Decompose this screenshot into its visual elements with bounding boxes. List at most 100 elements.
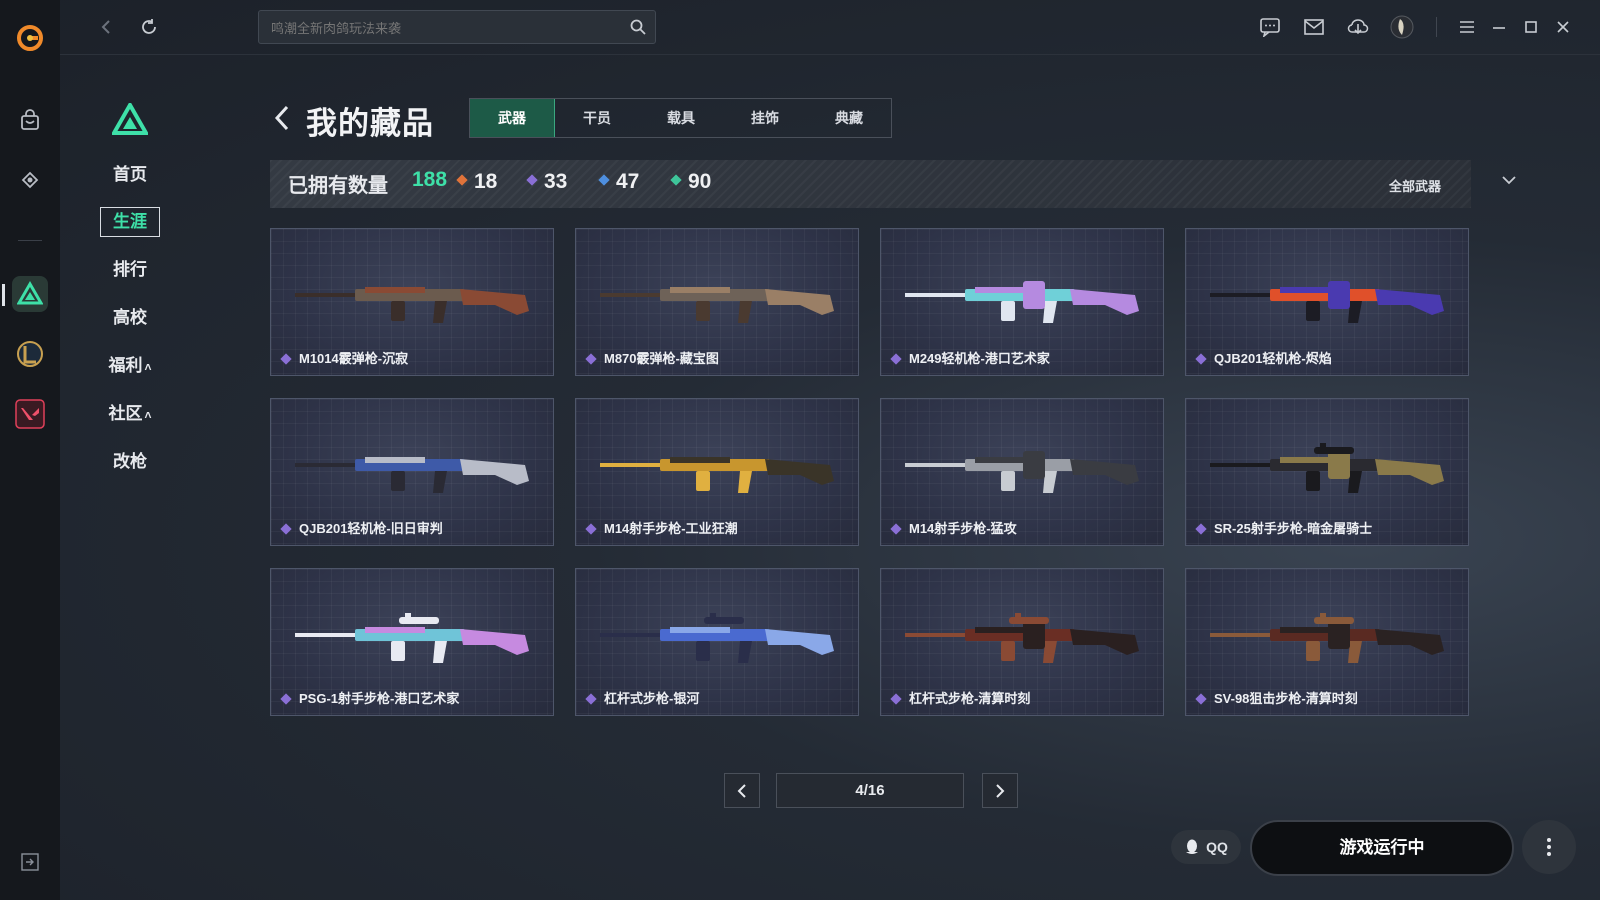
nav-back-button[interactable]	[92, 13, 120, 41]
minimize-button[interactable]	[1485, 13, 1513, 41]
store-bag-icon[interactable]	[12, 102, 48, 138]
collection-card[interactable]: M1014霰弹枪-沉寂	[270, 228, 554, 376]
nav-item-label: 首页	[113, 165, 147, 184]
back-button[interactable]	[272, 104, 292, 137]
weapon-image	[600, 457, 834, 493]
weapon-name: M870霰弹枪-藏宝图	[604, 351, 719, 366]
collection-card[interactable]: 杠杆式步枪-清算时刻	[880, 568, 1164, 716]
next-page-button[interactable]	[982, 773, 1018, 808]
page-indicator: 4/16	[776, 773, 964, 808]
nav-item-label: 福利	[108, 356, 143, 375]
collection-card[interactable]: M14射手步枪-工业狂潮	[575, 398, 859, 546]
nav-item-4[interactable]: 高校	[100, 303, 160, 333]
weapon-image	[1210, 443, 1444, 493]
nav-item-2[interactable]: 生涯	[100, 207, 160, 237]
close-button[interactable]	[1549, 13, 1577, 41]
weapon-preview	[905, 259, 1141, 344]
rarity-count-3: 47	[598, 170, 639, 194]
vertical-dots-icon	[1547, 838, 1551, 856]
user-avatar[interactable]	[1388, 13, 1416, 41]
search-input[interactable]	[269, 11, 613, 45]
chat-button[interactable]	[1256, 13, 1284, 41]
active-game-indicator	[2, 284, 5, 306]
collection-card[interactable]: PSG-1射手步枪-港口艺术家	[270, 568, 554, 716]
weapon-name: M249轻机枪-港口艺术家	[909, 351, 1050, 366]
menu-button[interactable]	[1453, 13, 1481, 41]
collection-card[interactable]: M870霰弹枪-藏宝图	[575, 228, 859, 376]
delta-force-logo	[110, 100, 150, 140]
tab-5[interactable]: 典藏	[807, 99, 891, 137]
download-button[interactable]	[1344, 13, 1372, 41]
nav-item-6[interactable]: 社区 ˄	[100, 399, 160, 429]
weapon-name: M14射手步枪-工业狂潮	[604, 521, 738, 536]
maximize-button[interactable]	[1517, 13, 1545, 41]
tab-1[interactable]: 武器	[470, 99, 555, 137]
weapon-preview	[905, 429, 1141, 514]
collection-card[interactable]: SR-25射手步枪-暗金屠骑士	[1185, 398, 1469, 546]
search-icon[interactable]	[629, 18, 647, 36]
weapon-image	[905, 613, 1139, 663]
rarity-count-4: 90	[670, 170, 712, 194]
owned-count-value: 188	[412, 168, 448, 191]
delta-force-game-icon[interactable]	[12, 276, 48, 312]
rarity-gem-icon	[670, 174, 682, 187]
nav-item-label: 改枪	[113, 452, 147, 471]
qq-button[interactable]: QQ	[1171, 830, 1241, 864]
weapon-image	[600, 287, 834, 323]
caret-up-icon: ˄	[144, 408, 152, 422]
weapon-image	[295, 457, 529, 493]
refresh-icon	[142, 19, 156, 34]
owned-count-label: 已拥有数量	[288, 175, 388, 197]
mail-icon	[1304, 19, 1324, 35]
league-of-legends-icon[interactable]	[12, 336, 48, 372]
collection-card[interactable]: M249轻机枪-港口艺术家	[880, 228, 1164, 376]
mail-button[interactable]	[1300, 13, 1328, 41]
nav-item-5[interactable]: 福利 ˄	[100, 351, 160, 381]
more-options-button[interactable]	[1522, 820, 1576, 874]
weapon-name: QJB201轻机枪-旧日审判	[299, 521, 443, 536]
chevron-right-icon	[996, 783, 1005, 798]
rarity-gem-icon	[526, 174, 538, 187]
weapon-preview	[1210, 259, 1446, 344]
chevron-down-icon	[1502, 176, 1516, 185]
nav-item-1[interactable]: 首页	[100, 160, 160, 190]
valorant-icon[interactable]	[12, 396, 48, 432]
chevron-left-icon	[737, 783, 746, 798]
weapon-name: 杠杆式步枪-清算时刻	[909, 691, 1031, 706]
tab-4[interactable]: 挂饰	[723, 99, 807, 137]
nav-item-7[interactable]: 改枪	[100, 447, 160, 477]
topbar-divider	[1436, 17, 1437, 37]
top-bar	[60, 0, 1600, 55]
nav-item-label: 社区	[108, 404, 143, 423]
collection-card[interactable]: M14射手步枪-猛攻	[880, 398, 1164, 546]
delta-logo-icon	[110, 100, 150, 135]
gamepad-icon[interactable]	[12, 162, 48, 198]
weapon-name: QJB201轻机枪-烬焰	[1214, 351, 1332, 366]
refresh-button[interactable]	[135, 13, 163, 41]
weapon-preview	[600, 429, 836, 514]
weapon-preview	[295, 429, 531, 514]
hamburger-menu-icon	[1460, 21, 1474, 33]
weapon-image	[905, 451, 1139, 493]
app-rail	[0, 0, 60, 900]
weapon-filter-dropdown[interactable]: 全部武器	[1389, 176, 1516, 195]
collection-card[interactable]: SV-98狙击步枪-清算时刻	[1185, 568, 1469, 716]
nav-item-3[interactable]: 排行	[100, 255, 160, 285]
game-running-button[interactable]: 游戏运行中	[1250, 820, 1514, 876]
app-logo-icon[interactable]	[12, 20, 48, 56]
qq-label: QQ	[1206, 839, 1228, 855]
collapse-sidebar-icon[interactable]	[12, 844, 48, 880]
category-tabs: 武器 干员 载具 挂饰 典藏	[469, 98, 892, 138]
page-title: 我的藏品	[306, 106, 434, 141]
prev-page-button[interactable]	[724, 773, 760, 808]
collection-card[interactable]: 杠杆式步枪-银河	[575, 568, 859, 716]
tab-3[interactable]: 载具	[639, 99, 723, 137]
collection-card[interactable]: QJB201轻机枪-烬焰	[1185, 228, 1469, 376]
collection-card[interactable]: QJB201轻机枪-旧日审判	[270, 398, 554, 546]
stats-bar: 已拥有数量 188 18 33 47 90 全部武器	[270, 160, 1516, 208]
avatar-image	[1390, 15, 1414, 39]
weapon-name: 杠杆式步枪-银河	[604, 691, 700, 706]
tab-2[interactable]: 干员	[555, 99, 639, 137]
rarity-count-1: 18	[456, 170, 497, 194]
rarity-count-value: 90	[688, 170, 712, 193]
